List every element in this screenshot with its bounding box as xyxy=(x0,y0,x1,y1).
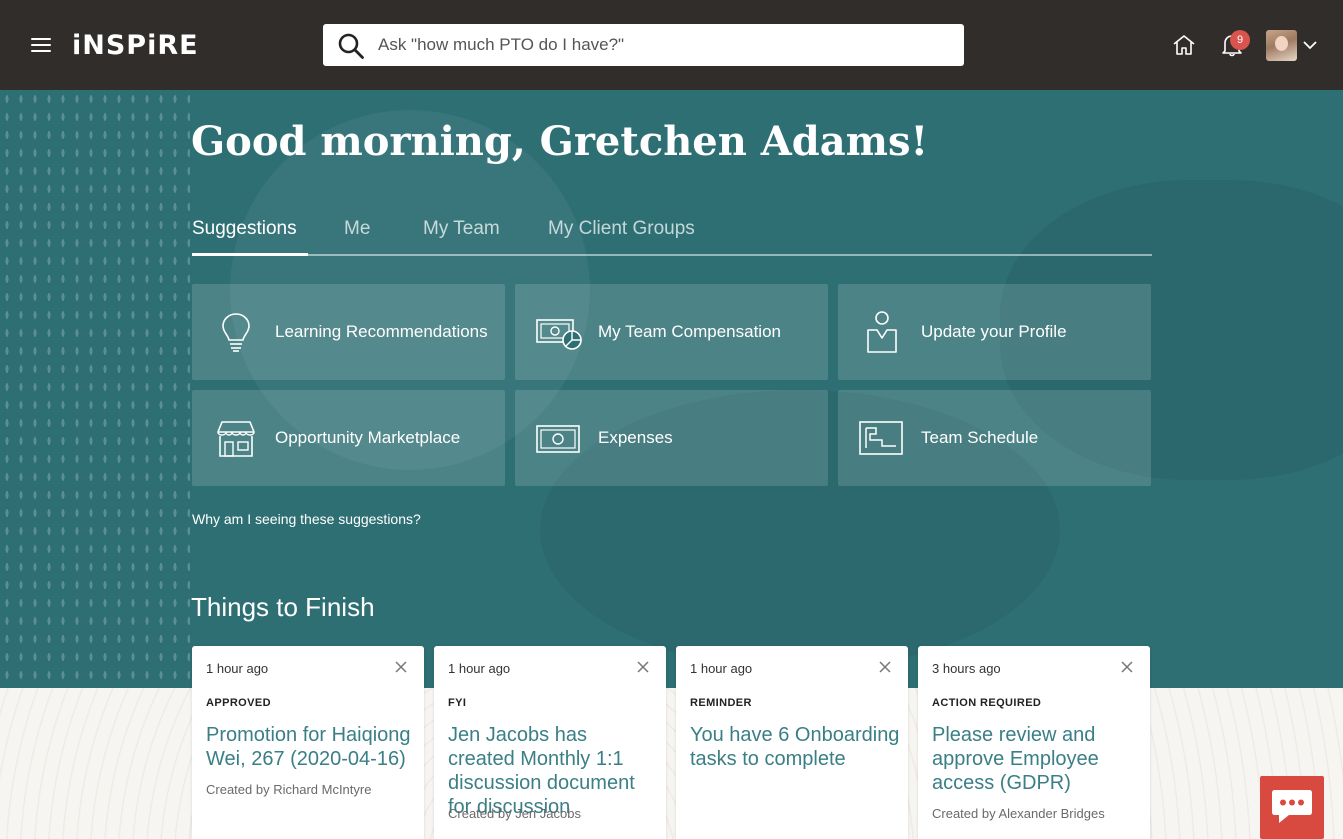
task-card[interactable]: 1 hour ago REMINDER You have 6 Onboardin… xyxy=(676,646,908,839)
menu-icon[interactable] xyxy=(31,38,51,54)
lightbulb-icon xyxy=(222,313,250,352)
tile-label: Expenses xyxy=(598,428,673,447)
tile-label: Opportunity Marketplace xyxy=(275,428,461,447)
close-icon[interactable] xyxy=(879,661,891,673)
tile-label: My Team Compensation xyxy=(598,322,781,341)
active-tab-indicator xyxy=(192,253,308,256)
card-title[interactable]: You have 6 Onboarding tasks to complete xyxy=(690,723,900,771)
tab-me[interactable]: Me xyxy=(344,218,370,240)
tile-expenses[interactable]: Expenses xyxy=(515,390,828,486)
card-timestamp: 3 hours ago xyxy=(932,661,1001,676)
card-created-by: Created by Alexander Bridges xyxy=(932,806,1105,821)
tab-my-client-groups[interactable]: My Client Groups xyxy=(548,218,695,240)
close-icon[interactable] xyxy=(637,661,649,673)
chevron-down-icon[interactable] xyxy=(1303,40,1317,50)
tile-learning-recommendations[interactable]: Learning Recommendations xyxy=(192,284,505,380)
card-category: APPROVED xyxy=(206,697,271,709)
card-category: ACTION REQUIRED xyxy=(932,697,1042,709)
notification-badge: 9 xyxy=(1230,30,1250,50)
app-logo[interactable]: iNSPiRE xyxy=(72,30,199,61)
card-created-by: Created by Richard McIntyre xyxy=(206,782,372,797)
tile-label: Team Schedule xyxy=(921,428,1039,447)
card-category: FYI xyxy=(448,697,467,709)
background-pattern xyxy=(0,90,190,688)
search-icon xyxy=(338,33,364,59)
tile-my-team-compensation[interactable]: My Team Compensation xyxy=(515,284,828,380)
tile-label: Learning Recommendations xyxy=(275,322,488,341)
close-icon[interactable] xyxy=(395,661,407,673)
card-timestamp: 1 hour ago xyxy=(690,661,753,676)
top-bar: iNSPiRE 9 xyxy=(0,0,1343,90)
card-title[interactable]: Jen Jacobs has created Monthly 1:1 discu… xyxy=(448,723,658,819)
search-bar[interactable] xyxy=(323,24,964,66)
tab-suggestions[interactable]: Suggestions xyxy=(192,218,297,240)
why-suggestions-link[interactable]: Why am I seeing these suggestions? xyxy=(192,511,421,527)
card-title[interactable]: Please review and approve Employee acces… xyxy=(932,723,1142,795)
things-to-finish-title: Things to Finish xyxy=(191,592,375,622)
card-timestamp: 1 hour ago xyxy=(206,661,269,676)
cash-icon xyxy=(536,425,580,453)
task-card[interactable]: 3 hours ago ACTION REQUIRED Please revie… xyxy=(918,646,1150,839)
storefront-icon xyxy=(217,421,255,457)
task-card[interactable]: 1 hour ago FYI Jen Jacobs has created Mo… xyxy=(434,646,666,839)
chat-button[interactable] xyxy=(1260,776,1324,839)
tile-update-your-profile[interactable]: Update your Profile xyxy=(838,284,1151,380)
person-badge-icon xyxy=(867,311,897,353)
close-icon[interactable] xyxy=(1121,661,1133,673)
card-category: REMINDER xyxy=(690,697,752,709)
money-chart-icon xyxy=(536,319,582,350)
home-icon[interactable] xyxy=(1172,34,1196,56)
search-input[interactable] xyxy=(323,24,964,66)
card-created-by: Created by Jen Jacobs xyxy=(448,806,581,821)
user-avatar[interactable] xyxy=(1266,30,1297,61)
tile-team-schedule[interactable]: Team Schedule xyxy=(838,390,1151,486)
card-timestamp: 1 hour ago xyxy=(448,661,511,676)
tile-label: Update your Profile xyxy=(921,322,1067,341)
tab-bar: Suggestions Me My Team My Client Groups xyxy=(192,216,1152,256)
chat-bubble-icon xyxy=(1272,790,1312,823)
task-card[interactable]: 1 hour ago APPROVED Promotion for Haiqio… xyxy=(192,646,424,839)
card-title[interactable]: Promotion for Haiqiong Wei, 267 (2020-04… xyxy=(206,723,416,771)
schedule-board-icon xyxy=(859,421,903,455)
tile-opportunity-marketplace[interactable]: Opportunity Marketplace xyxy=(192,390,505,486)
greeting-title: Good morning, Gretchen Adams! xyxy=(191,118,929,165)
tab-my-team[interactable]: My Team xyxy=(423,218,500,240)
